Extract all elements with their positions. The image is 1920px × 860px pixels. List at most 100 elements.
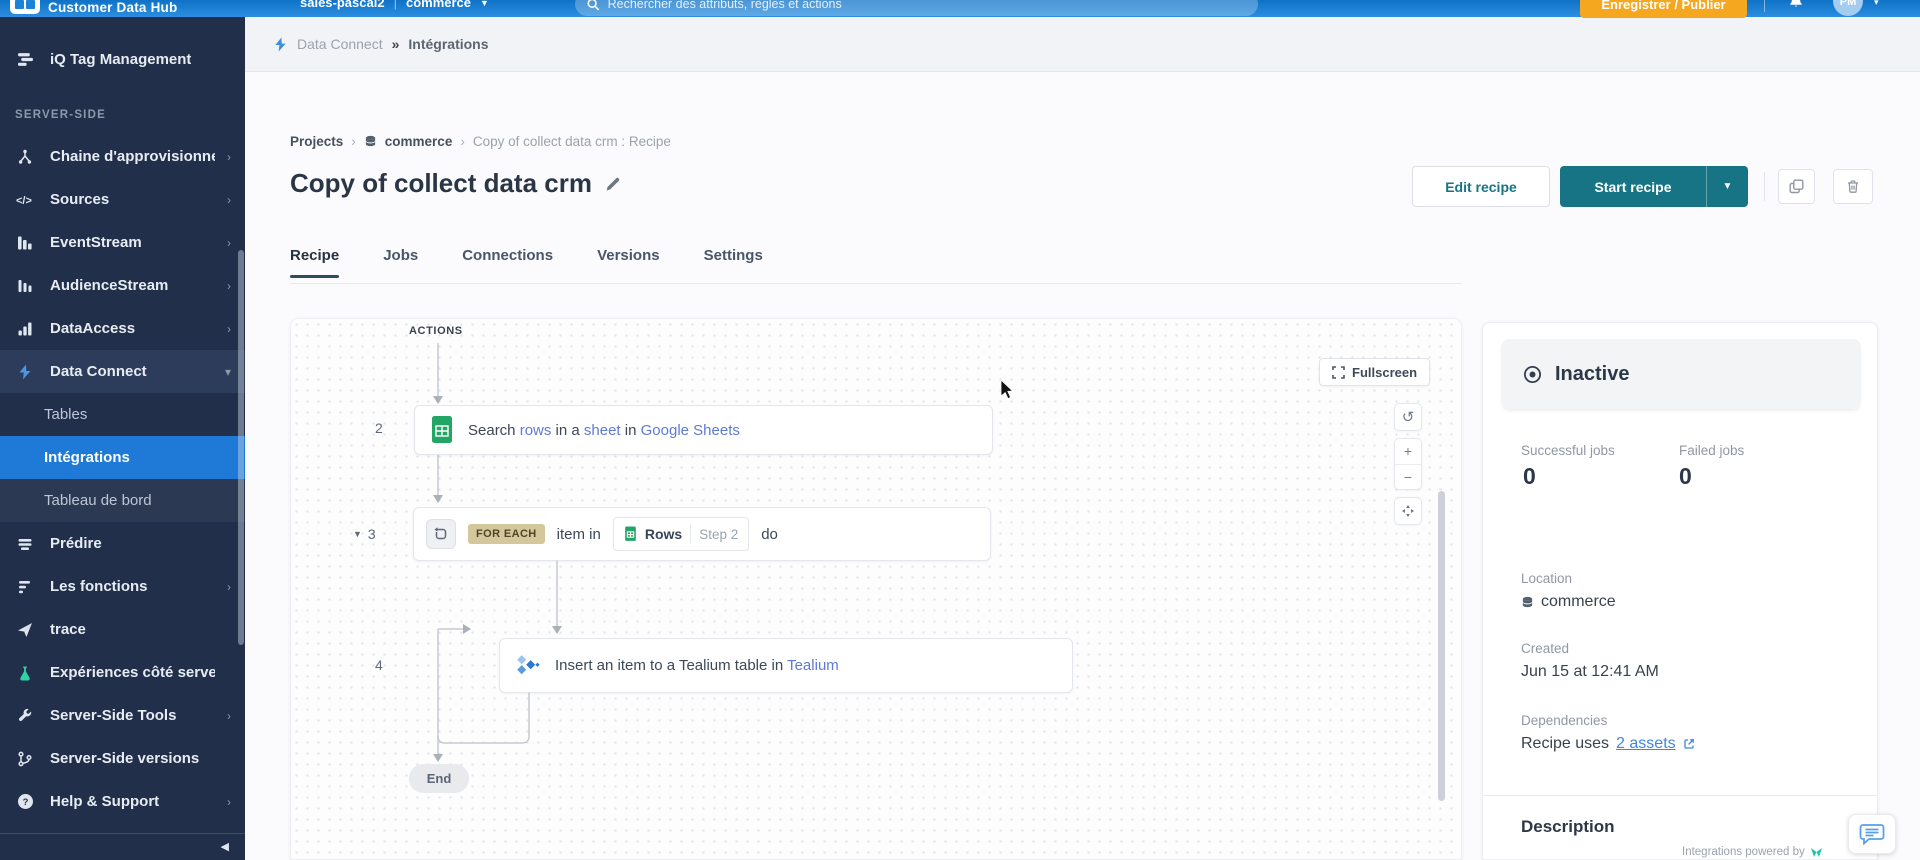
audiencestream-icon (15, 278, 35, 294)
sidebar-item-tables[interactable]: Tables (0, 393, 245, 436)
server-versions-icon (15, 751, 35, 767)
chevron-right-icon: › (227, 150, 231, 164)
save-publish-button[interactable]: Enregistrer / Publier (1580, 0, 1747, 18)
notifications-button[interactable] (1788, 0, 1804, 12)
start-recipe-split-button[interactable]: Start recipe ▼ (1560, 166, 1748, 207)
failed-jobs-label: Failed jobs (1679, 443, 1744, 458)
step-text: Search (468, 422, 516, 439)
app-screen: Customer Data Hub sales-pascal2 | commer… (0, 0, 1920, 860)
svg-text:?: ? (22, 797, 28, 808)
global-search[interactable] (575, 0, 1258, 16)
sidebar-item-les-fonctions[interactable]: Les fonctions› (0, 565, 245, 608)
sidebar-item-data-connect[interactable]: Data Connect▾ (0, 350, 245, 393)
chip-divider (690, 525, 691, 543)
tag-management-icon (15, 51, 35, 68)
search-input[interactable] (608, 0, 1246, 11)
google-sheets-link[interactable]: Google Sheets (641, 422, 740, 439)
google-sheets-icon (624, 526, 637, 542)
sidebar-item-audiencestream[interactable]: AudienceStream› (0, 264, 245, 307)
breadcrumb-project-link[interactable]: commerce (385, 134, 453, 149)
location-value: commerce (1541, 593, 1616, 611)
reset-view-button[interactable]: ↺ (1394, 403, 1422, 431)
tab-connections[interactable]: Connections (462, 247, 553, 278)
chat-support-button[interactable] (1848, 814, 1896, 854)
sidebar-item-label: DataAccess (50, 320, 135, 337)
user-avatar[interactable]: PM (1833, 0, 1863, 16)
breadcrumb-projects-link[interactable]: Projects (290, 134, 343, 149)
rows-link[interactable]: rows (520, 422, 552, 439)
zoom-controls: + − (1394, 438, 1422, 490)
copy-recipe-button[interactable] (1778, 169, 1815, 204)
trash-icon (1846, 179, 1860, 194)
search-icon (587, 0, 600, 11)
step-number: 2 (375, 420, 383, 436)
sidebar-item-server-side-versions[interactable]: Server-Side versions (0, 737, 245, 780)
recipe-canvas[interactable]: ACTIONS 2 (290, 318, 1462, 860)
collapse-step-icon[interactable]: ▼ (353, 529, 362, 539)
successful-jobs-value: 0 (1523, 463, 1536, 490)
canvas-scrollbar[interactable] (1438, 491, 1445, 801)
sidebar-item-dataaccess[interactable]: DataAccess › (0, 307, 245, 350)
eventstream-icon (15, 235, 35, 251)
sidebar-item-server-side-tools[interactable]: Server-Side Tools› (0, 694, 245, 737)
zoom-in-button[interactable]: + (1395, 439, 1421, 464)
tab-jobs[interactable]: Jobs (383, 247, 418, 278)
sidebar-item-trace[interactable]: trace (0, 608, 245, 651)
recipe-tabs: Recipe Jobs Connections Versions Settings (290, 247, 763, 278)
sidebar-item-predire[interactable]: Prédire (0, 522, 245, 565)
powered-by-text: Integrations powered by (1682, 846, 1805, 858)
step-description: Insert an item to a Tealium table in Tea… (555, 657, 839, 674)
fullscreen-label: Fullscreen (1352, 365, 1417, 380)
sidebar-item-label: Help & Support (50, 793, 159, 810)
sidebar-item-eventstream[interactable]: EventStream› (0, 221, 245, 264)
tab-settings[interactable]: Settings (704, 247, 763, 278)
step-for-each[interactable]: FOR EACH item in Rows Step 2 do (413, 507, 991, 561)
tab-recipe[interactable]: Recipe (290, 247, 339, 278)
top-bar: Customer Data Hub sales-pascal2 | commer… (0, 0, 1920, 17)
sidebar-item-iq-tag-management[interactable]: iQ Tag Management (0, 38, 245, 81)
tab-versions[interactable]: Versions (597, 247, 660, 278)
breadcrumb-app[interactable]: Data Connect (297, 36, 383, 52)
breadcrumb: Projects › commerce › Copy of collect da… (290, 134, 671, 149)
edit-pencil-icon[interactable] (604, 175, 621, 192)
sidebar-item-supply-chain[interactable]: Chaine d'approvisionnem› (0, 135, 245, 178)
sheet-link[interactable]: sheet (584, 422, 621, 439)
description-heading: Description (1521, 817, 1615, 837)
chevron-right-icon: › (227, 322, 231, 336)
sidebar-item-integrations[interactable]: Intégrations (0, 436, 245, 479)
dependencies-label: Dependencies (1521, 713, 1607, 728)
sidebar-item-label: Les fonctions (50, 578, 148, 595)
sidebar-item-sources[interactable]: </>Sources› (0, 178, 245, 221)
step-description: Search rows in a sheet in Google Sheets (468, 422, 740, 439)
status-text: Inactive (1555, 363, 1629, 386)
data-connect-icon (273, 37, 288, 52)
zoom-out-button[interactable]: − (1395, 464, 1421, 490)
sidebar-collapse-icon[interactable]: ◀ (221, 840, 229, 853)
account-profile-switcher[interactable]: sales-pascal2 | commerce ▼ (300, 0, 489, 10)
workato-logo-icon (1810, 847, 1823, 858)
start-recipe-dropdown[interactable]: ▼ (1706, 166, 1748, 207)
step-text: Insert an item to a Tealium table in (555, 657, 783, 674)
rows-datapill-chip[interactable]: Rows Step 2 (613, 517, 749, 551)
pan-button[interactable] (1394, 497, 1422, 525)
sources-icon: </> (15, 193, 35, 207)
start-recipe-button[interactable]: Start recipe (1560, 166, 1706, 207)
step-search-rows[interactable]: Search rows in a sheet in Google Sheets (414, 405, 993, 455)
breadcrumb-current: Copy of collect data crm : Recipe (473, 134, 671, 149)
step-insert-item[interactable]: Insert an item to a Tealium table in Tea… (499, 638, 1073, 693)
fullscreen-button[interactable]: Fullscreen (1319, 358, 1430, 386)
topbar-divider (1764, 0, 1765, 12)
sidebar-item-tableau-de-bord[interactable]: Tableau de bord (0, 479, 245, 522)
delete-recipe-button[interactable] (1833, 169, 1873, 204)
edit-recipe-button[interactable]: Edit recipe (1412, 166, 1550, 207)
sidebar-item-label: Server-Side Tools (50, 707, 176, 724)
tealium-link[interactable]: Tealium (787, 657, 839, 674)
sidebar-item-label: AudienceStream (50, 277, 168, 294)
server-tools-icon (15, 708, 35, 724)
tealium-logo (10, 0, 40, 14)
sidebar-item-experiences-cote-serveur[interactable]: Expériences côté serveur (0, 651, 245, 694)
assets-link[interactable]: 2 assets (1616, 735, 1676, 753)
sidebar-scrollbar[interactable] (238, 250, 244, 645)
for-each-badge: FOR EACH (468, 524, 545, 544)
sidebar-item-help-support[interactable]: ?Help & Support› (0, 780, 245, 823)
